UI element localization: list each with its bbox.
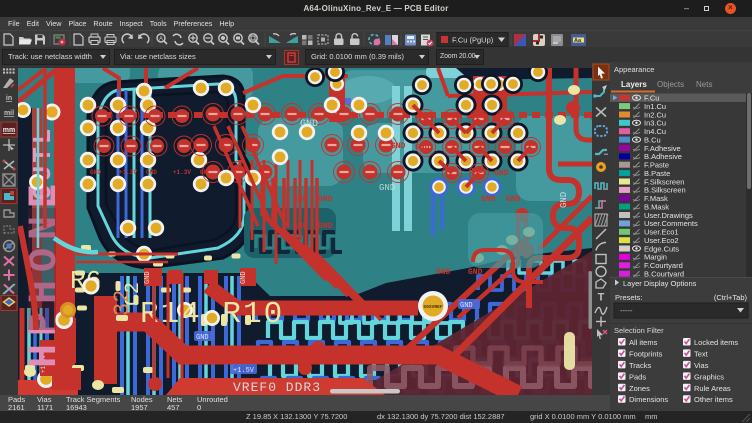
svg-text:GND: GND [293,222,308,231]
svg-text:A: A [159,37,163,43]
svg-text:Objects: Objects [657,80,684,89]
svg-text:R14 R10: R14 R10 [140,297,284,332]
svg-text:S0SVREF: S0SVREF [423,304,443,310]
svg-text:OUTL: OUTL [28,126,58,200]
svg-text:All items: All items [629,338,658,347]
svg-text:Zones: Zones [629,384,650,393]
svg-text:F.Cu (PgUp): F.Cu (PgUp) [452,36,494,45]
svg-text:GND: GND [559,192,569,208]
svg-text:Layers: Layers [621,80,647,89]
svg-text:Aa: Aa [574,38,582,44]
svg-text:Text: Text [694,349,709,358]
svg-text:GND: GND [494,169,509,178]
svg-text:Presets:: Presets: [615,293,643,302]
svg-text:Footprints: Footprints [629,349,663,358]
svg-text:Layer Display Options: Layer Display Options [623,279,697,288]
svg-text:Rule Areas: Rule Areas [694,384,731,393]
svg-text:T: T [598,292,605,304]
svg-text:Locked items: Locked items [694,338,738,347]
svg-text:Nets: Nets [696,80,712,89]
svg-text:GND: GND [506,195,521,204]
svg-text:GND: GND [293,195,308,204]
svg-text:GND: GND [240,271,248,284]
svg-text:GND: GND [460,302,473,310]
svg-text:-----: ----- [620,306,633,315]
svg-text:Graphics: Graphics [694,372,724,381]
svg-text:mm: mm [3,127,15,134]
svg-text:Other items: Other items [694,395,733,404]
svg-text:Dimensions: Dimensions [629,395,668,404]
svg-text:GND: GND [379,183,395,193]
svg-text:GND: GND [391,142,406,151]
svg-text:in: in [6,95,12,102]
svg-text:GND: GND [469,167,484,176]
svg-text:Vias: Vias [694,361,709,370]
svg-text:GND: GND [300,119,318,130]
svg-text:Selection Filter: Selection Filter [614,326,664,335]
svg-text:GND: GND [318,195,333,204]
svg-text:GND: GND [436,268,451,277]
svg-text:mil: mil [4,110,14,117]
svg-text:GND: GND [481,195,496,204]
svg-text:+1.5V: +1.5V [233,367,255,375]
svg-text:GND: GND [90,169,101,176]
svg-text:Tracks: Tracks [629,361,651,370]
svg-text:Pads: Pads [629,372,646,381]
svg-text:Appearance: Appearance [614,65,654,74]
svg-text:VREF0 DDR3: VREF0 DDR3 [233,380,321,395]
svg-text:+1.3V: +1.3V [119,169,137,176]
svg-text:GND: GND [468,268,483,277]
svg-text:+1.3V: +1.3V [173,169,191,176]
svg-text:GND: GND [144,271,152,284]
svg-text:(Ctrl+Tab): (Ctrl+Tab) [714,293,748,302]
svg-text:GND: GND [196,334,209,342]
svg-text:32: 32 [110,290,135,316]
svg-text:GND: GND [415,143,430,152]
svg-text:GND: GND [318,222,333,231]
svg-text:GND: GND [146,169,157,176]
